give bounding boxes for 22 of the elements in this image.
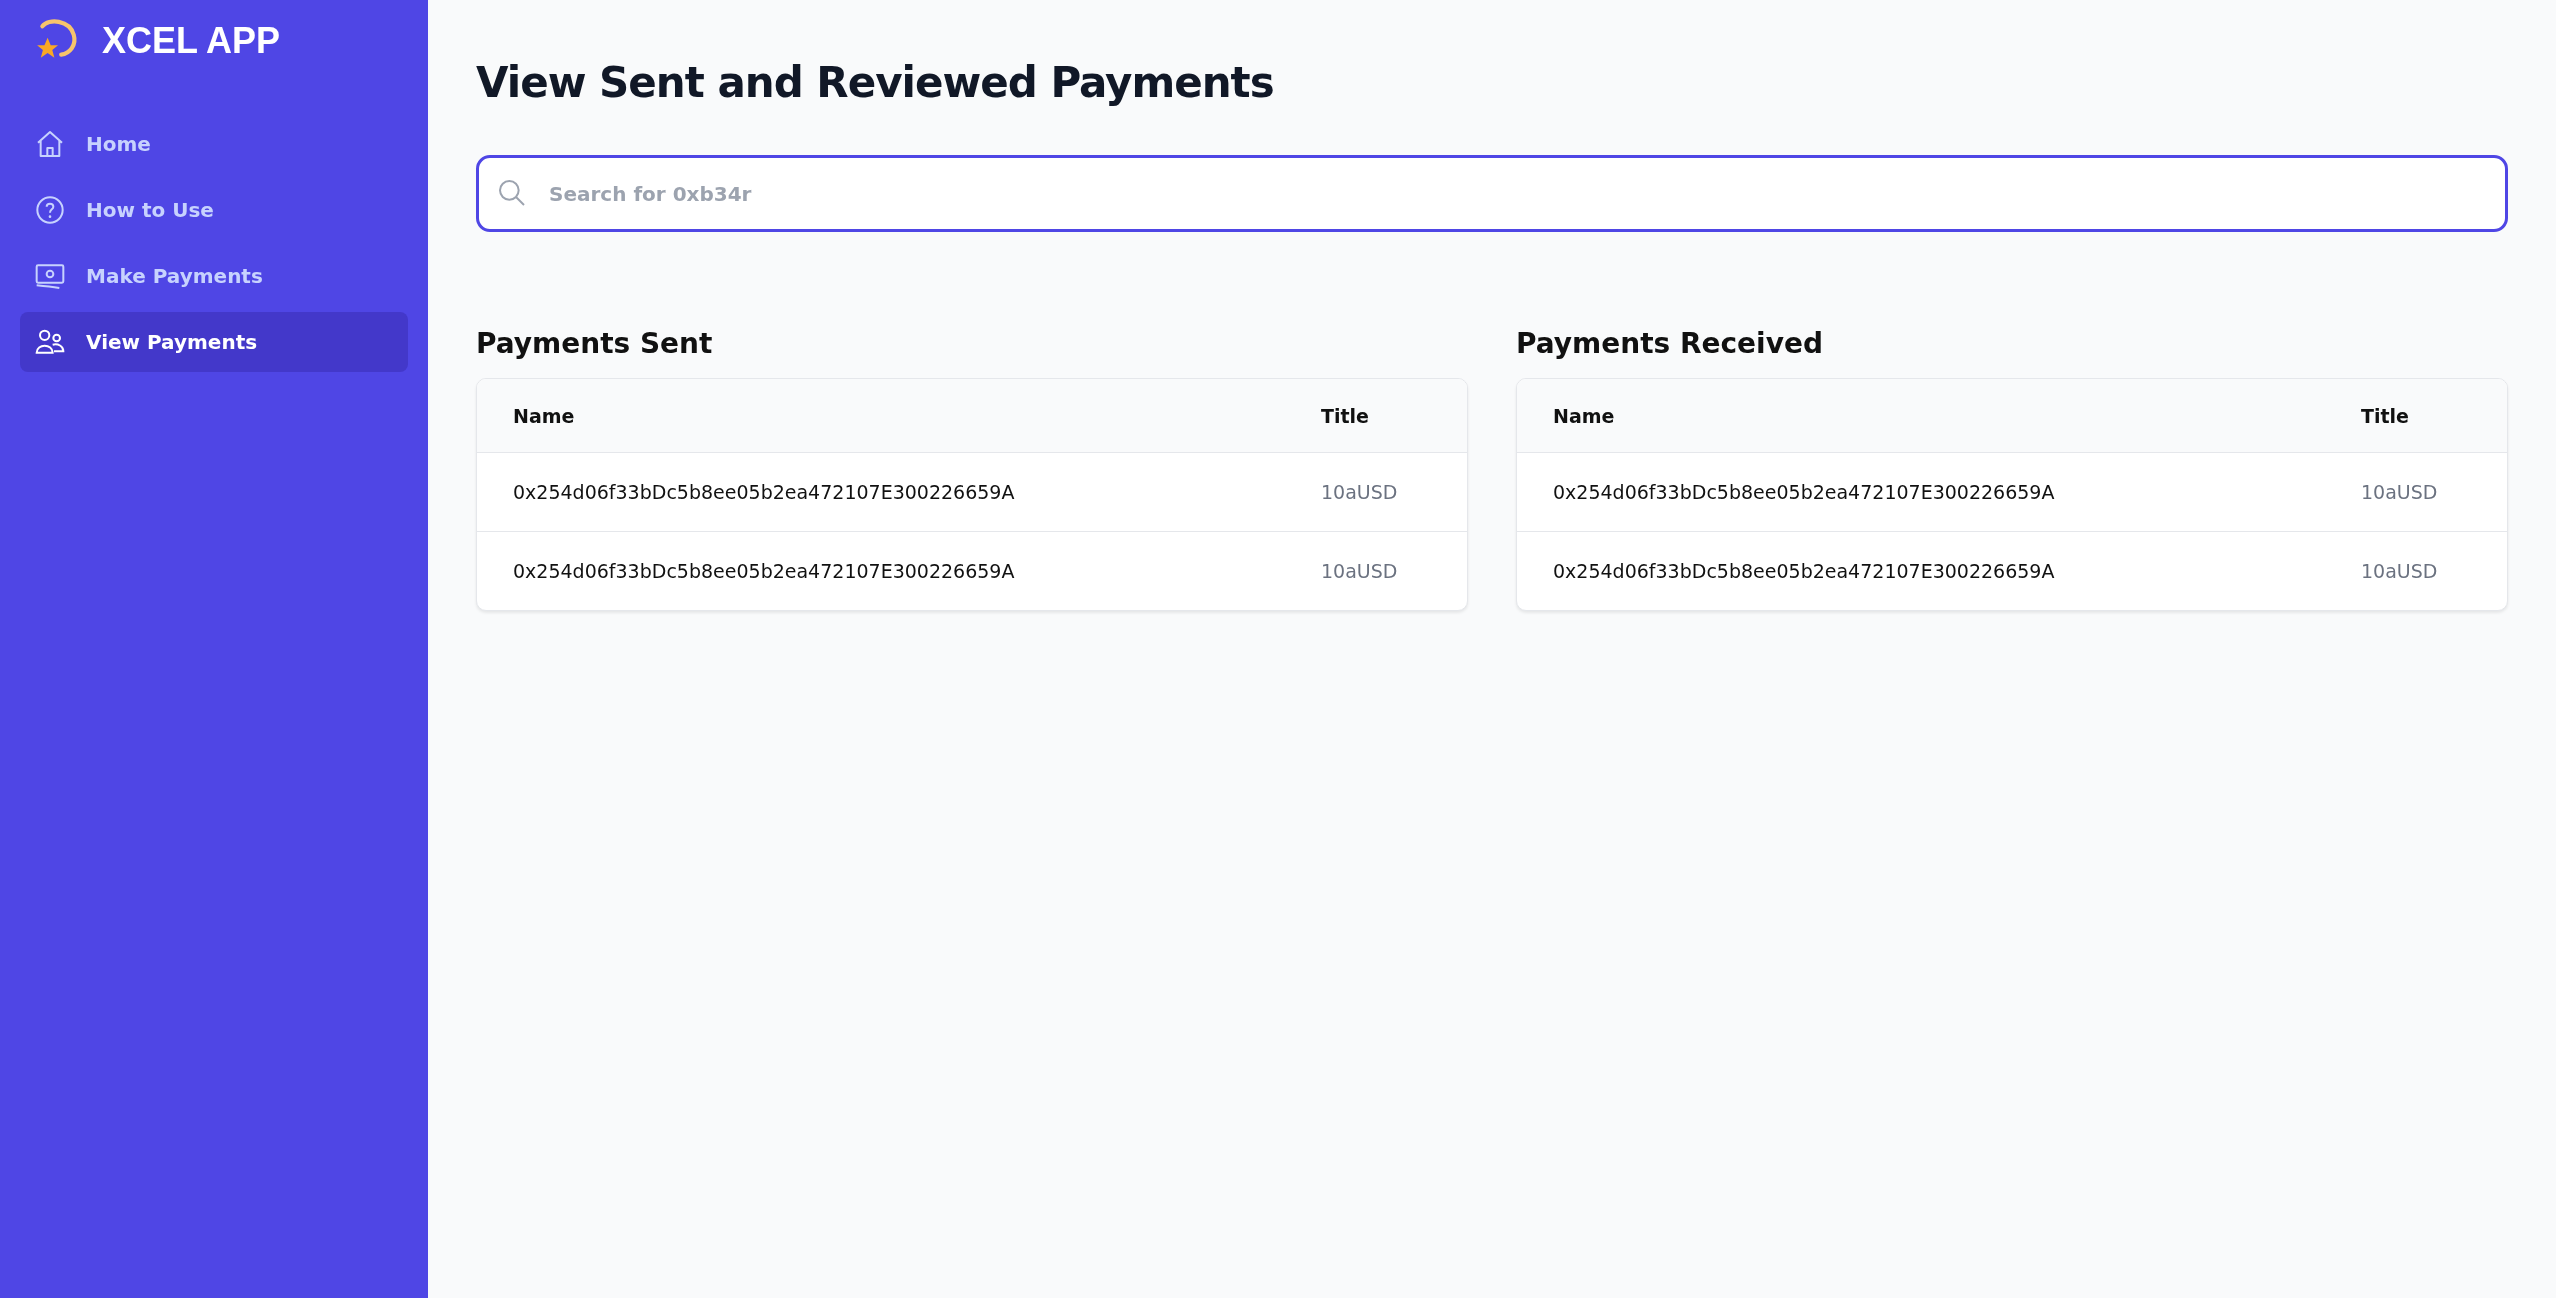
table-cell-text: 10aUSD <box>1321 481 1399 503</box>
table-cell-text: 10aUSD <box>2361 481 2439 503</box>
column-header: Title <box>1321 404 1370 427</box>
column-header: Name <box>513 404 576 427</box>
table-cell-text: 0x254d06f33bDc5b8ee05b2ea472107E300226659A <box>513 560 1016 582</box>
column-header: Title <box>2361 404 2410 427</box>
section-title: Payments Sent <box>476 327 714 360</box>
question-icon <box>34 194 66 226</box>
app-name: XCEL APP <box>102 20 281 62</box>
section-title: Payments Received <box>1516 327 1824 360</box>
page-title: View Sent and Reviewed Payments <box>476 58 1275 107</box>
table-cell-text: 10aUSD <box>2361 560 2439 582</box>
sidebar-item[interactable]: Home <box>20 114 408 174</box>
table-cell-text: 0x254d06f33bDc5b8ee05b2ea472107E300226659A <box>1553 560 2056 582</box>
table-cell-text: 10aUSD <box>1321 560 1399 582</box>
column-header: Name <box>1553 404 1616 427</box>
search-field[interactable]: Search for 0xb34r <box>476 155 2508 232</box>
sidebar-item[interactable]: View Payments <box>20 312 408 372</box>
sidebar-item[interactable]: Make Payments <box>20 246 408 306</box>
table-cell-text: 0x254d06f33bDc5b8ee05b2ea472107E300226659A <box>513 481 1016 503</box>
table-cell-text: 0x254d06f33bDc5b8ee05b2ea472107E300226659A <box>1553 481 2056 503</box>
sidebar-item[interactable]: How to Use <box>20 180 408 240</box>
